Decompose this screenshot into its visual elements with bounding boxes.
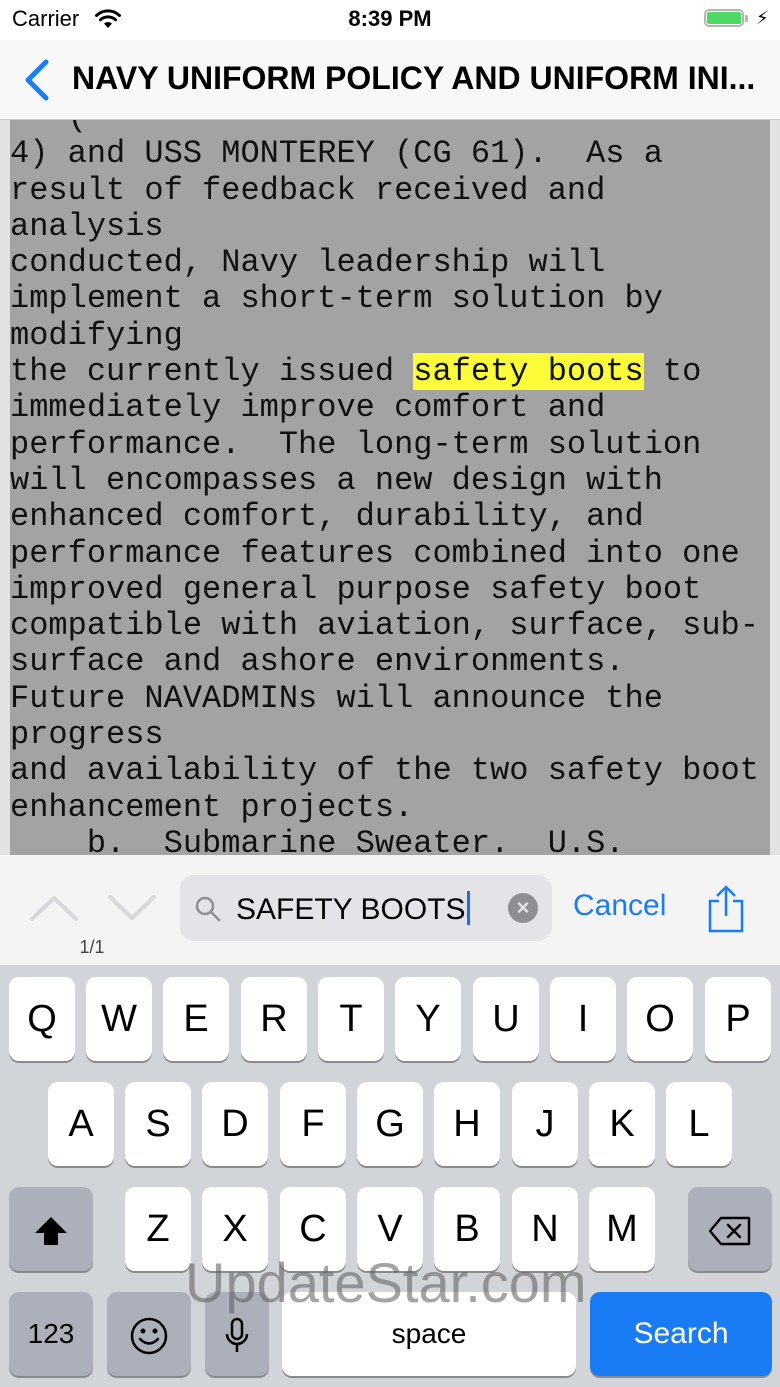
emoji-icon bbox=[130, 1317, 168, 1355]
key-l[interactable]: L bbox=[666, 1082, 732, 1166]
clear-icon[interactable]: × bbox=[508, 893, 538, 923]
key-s[interactable]: S bbox=[125, 1082, 191, 1166]
key-p[interactable]: P bbox=[705, 977, 771, 1061]
share-icon[interactable] bbox=[706, 885, 746, 935]
key-t[interactable]: T bbox=[318, 977, 384, 1061]
key-d[interactable]: D bbox=[202, 1082, 268, 1166]
emoji-key[interactable] bbox=[107, 1292, 191, 1376]
key-k[interactable]: K bbox=[589, 1082, 655, 1166]
search-field[interactable]: SAFETY BOOTS × bbox=[180, 875, 552, 941]
key-r[interactable]: R bbox=[241, 977, 307, 1061]
shift-icon bbox=[35, 1216, 67, 1245]
search-key[interactable]: Search bbox=[590, 1292, 772, 1376]
match-count: 1/1 bbox=[79, 937, 105, 957]
key-m[interactable]: M bbox=[589, 1187, 655, 1271]
document-partial-line: ( bbox=[10, 120, 87, 136]
page-title: NAVY UNIFORM POLICY AND UNIFORM INI... bbox=[72, 60, 756, 96]
key-n[interactable]: N bbox=[512, 1187, 578, 1271]
search-input[interactable]: SAFETY BOOTS bbox=[236, 891, 470, 927]
cancel-button[interactable]: Cancel bbox=[573, 889, 666, 923]
search-highlight: safety boots bbox=[413, 353, 644, 391]
delete-key[interactable] bbox=[688, 1187, 772, 1271]
search-icon bbox=[195, 896, 221, 922]
key-v[interactable]: V bbox=[357, 1187, 423, 1271]
shift-key[interactable] bbox=[9, 1187, 93, 1271]
key-g[interactable]: G bbox=[357, 1082, 423, 1166]
key-c[interactable]: C bbox=[280, 1187, 346, 1271]
key-a[interactable]: A bbox=[48, 1082, 114, 1166]
battery-icon bbox=[704, 9, 748, 29]
document-view[interactable]: ( 4) and USS MONTEREY (CG 61). As a resu… bbox=[10, 120, 770, 855]
search-input-value: SAFETY BOOTS bbox=[236, 893, 466, 926]
back-chevron-icon[interactable] bbox=[20, 56, 54, 104]
space-key[interactable]: space bbox=[282, 1292, 576, 1376]
previous-match-icon[interactable] bbox=[28, 893, 80, 923]
clock: 8:39 PM bbox=[348, 6, 432, 31]
key-q[interactable]: Q bbox=[9, 977, 75, 1061]
next-match-icon[interactable] bbox=[106, 893, 158, 923]
key-j[interactable]: J bbox=[512, 1082, 578, 1166]
document-text-after: to immediately improve comfort and perfo… bbox=[10, 353, 759, 855]
microphone-icon bbox=[225, 1317, 249, 1352]
document-margin-left bbox=[0, 120, 10, 855]
key-i[interactable]: I bbox=[550, 977, 616, 1061]
key-f[interactable]: F bbox=[280, 1082, 346, 1166]
document-text-before: 4) and USS MONTEREY (CG 61). As a result… bbox=[10, 135, 663, 391]
navigation-bar: NAVY UNIFORM POLICY AND UNIFORM INI... bbox=[0, 40, 780, 120]
find-bar: 1/1 SAFETY BOOTS × Cancel bbox=[0, 855, 780, 965]
microphone-key[interactable] bbox=[205, 1292, 269, 1376]
document-text: ( 4) and USS MONTEREY (CG 61). As a resu… bbox=[10, 120, 770, 855]
key-e[interactable]: E bbox=[163, 977, 229, 1061]
key-x[interactable]: X bbox=[202, 1187, 268, 1271]
key-z[interactable]: Z bbox=[125, 1187, 191, 1271]
delete-icon bbox=[708, 1216, 751, 1246]
key-h[interactable]: H bbox=[434, 1082, 500, 1166]
key-o[interactable]: O bbox=[627, 977, 693, 1061]
document-margin-right bbox=[770, 120, 780, 855]
charging-bolt-icon: ⚡︎ bbox=[756, 8, 769, 28]
status-bar: Carrier 8:39 PM ⚡︎ bbox=[0, 0, 780, 40]
key-b[interactable]: B bbox=[434, 1187, 500, 1271]
key-y[interactable]: Y bbox=[395, 977, 461, 1061]
keyboard: Q W E R T Y U I O P A S D F G H J K L Z … bbox=[0, 965, 780, 1387]
key-u[interactable]: U bbox=[473, 977, 539, 1061]
key-w[interactable]: W bbox=[86, 977, 152, 1061]
numbers-key[interactable]: 123 bbox=[9, 1292, 93, 1376]
text-cursor bbox=[466, 891, 470, 925]
